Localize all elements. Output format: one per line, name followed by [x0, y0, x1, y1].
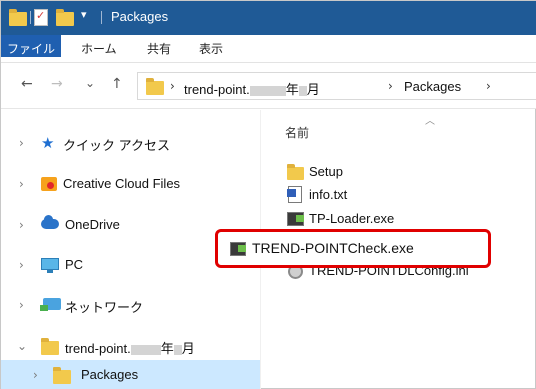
nav-item-creative-cloud[interactable]: › Creative Cloud Files — [1, 169, 260, 199]
chevron-right-icon[interactable]: › — [19, 298, 24, 312]
separator — [101, 11, 102, 24]
file-item-trend-pointcheck-exe[interactable]: TREND-POINTCheck.exe — [215, 229, 491, 268]
nav-item-label: trend-point. 年月 — [65, 338, 195, 357]
folder-icon — [9, 9, 27, 26]
exe-icon — [287, 212, 304, 226]
up-arrow-icon[interactable]: ↑ — [111, 76, 123, 92]
explorer-window: ▾ Packages ファイル ホーム 共有 表示 ← → ⌄ ↑ › tren… — [0, 0, 536, 389]
file-name: info.txt — [309, 187, 348, 202]
nav-item-label: クイック アクセス — [63, 138, 170, 153]
breadcrumb-separator: › — [170, 79, 175, 93]
nav-item-label: OneDrive — [65, 217, 120, 232]
redaction-block — [249, 85, 286, 96]
chevron-right-icon[interactable]: › — [19, 177, 24, 191]
file-name: TP-Loader.exe — [309, 211, 395, 226]
folder-icon — [287, 164, 304, 180]
properties-icon[interactable] — [34, 9, 48, 26]
file-item-setup[interactable]: Setup — [287, 162, 527, 184]
creative-cloud-icon — [41, 177, 57, 191]
breadcrumb-separator: › — [388, 79, 393, 93]
nav-item-label: PC — [65, 257, 84, 272]
text-file-icon — [287, 186, 302, 203]
file-item-info-txt[interactable]: info.txt — [287, 185, 527, 207]
tab-home[interactable]: ホーム — [81, 35, 117, 63]
folder-icon — [146, 78, 164, 95]
breadcrumb-prefix: trend-point. — [184, 82, 250, 97]
navigation-bar: ← → ⌄ ↑ › trend-point. 年月 › Packages › — [1, 63, 536, 109]
column-header-name[interactable]: 名前 — [285, 124, 309, 141]
breadcrumb-item-folder[interactable]: trend-point. 年月 — [184, 79, 320, 98]
folder-icon — [53, 367, 71, 384]
network-icon — [40, 298, 61, 311]
window-title: Packages — [111, 9, 169, 24]
file-name: Setup — [309, 164, 343, 179]
star-icon: ★ — [41, 134, 55, 152]
nav-item-label: Packages — [81, 367, 139, 382]
tab-view[interactable]: 表示 — [199, 35, 223, 63]
chevron-right-icon[interactable]: › — [19, 136, 24, 150]
nav-item-label: Creative Cloud Files — [63, 176, 181, 191]
tab-share[interactable]: 共有 — [147, 35, 171, 63]
chevron-down-icon[interactable]: ⌄ — [17, 339, 27, 353]
nav-item-label: ネットワーク — [65, 300, 144, 315]
breadcrumb-item-packages[interactable]: Packages — [404, 79, 461, 94]
breadcrumb-year: 年 — [285, 82, 299, 97]
nav-item-quick-access[interactable]: › ★ クイック アクセス — [1, 128, 260, 158]
file-item-tp-loader[interactable]: TP-Loader.exe — [287, 209, 527, 231]
folder-icon — [41, 338, 59, 355]
title-bar: ▾ Packages — [1, 1, 536, 35]
file-name: TREND-POINTCheck.exe — [252, 240, 414, 256]
pc-icon — [41, 258, 59, 273]
nav-item-packages[interactable]: › Packages — [1, 360, 260, 389]
folder-label-year: 年 — [160, 341, 174, 356]
tab-file[interactable]: ファイル — [1, 35, 61, 57]
quick-access-dropdown-icon[interactable]: ▾ — [81, 8, 87, 21]
folder-label-month: 月 — [181, 341, 195, 356]
nav-item-network[interactable]: › ネットワーク — [1, 290, 260, 320]
chevron-right-icon[interactable]: › — [19, 258, 24, 272]
redaction-block — [130, 344, 161, 355]
chevron-right-icon[interactable]: › — [33, 368, 38, 382]
breadcrumb-separator[interactable]: › — [486, 79, 491, 93]
new-folder-icon[interactable] — [56, 9, 74, 26]
redaction-block — [173, 344, 182, 355]
sort-ascending-icon: ︿ — [425, 116, 435, 127]
nav-item-trend-point-folder[interactable]: ⌄ trend-point. 年月 — [1, 331, 260, 361]
address-bar[interactable]: › trend-point. 年月 › Packages › — [137, 72, 536, 100]
exe-icon — [230, 242, 246, 256]
back-arrow-icon[interactable]: ← — [21, 76, 33, 92]
ribbon-tabs: ファイル ホーム 共有 表示 — [1, 35, 536, 63]
forward-arrow-icon[interactable]: → — [51, 76, 63, 92]
breadcrumb-month: 月 — [306, 82, 320, 97]
recent-locations-icon[interactable]: ⌄ — [85, 76, 95, 90]
separator — [30, 11, 31, 24]
redaction-block — [298, 85, 307, 96]
chevron-right-icon[interactable]: › — [19, 218, 24, 232]
onedrive-cloud-icon — [41, 215, 59, 229]
folder-label-prefix: trend-point. — [65, 341, 131, 356]
